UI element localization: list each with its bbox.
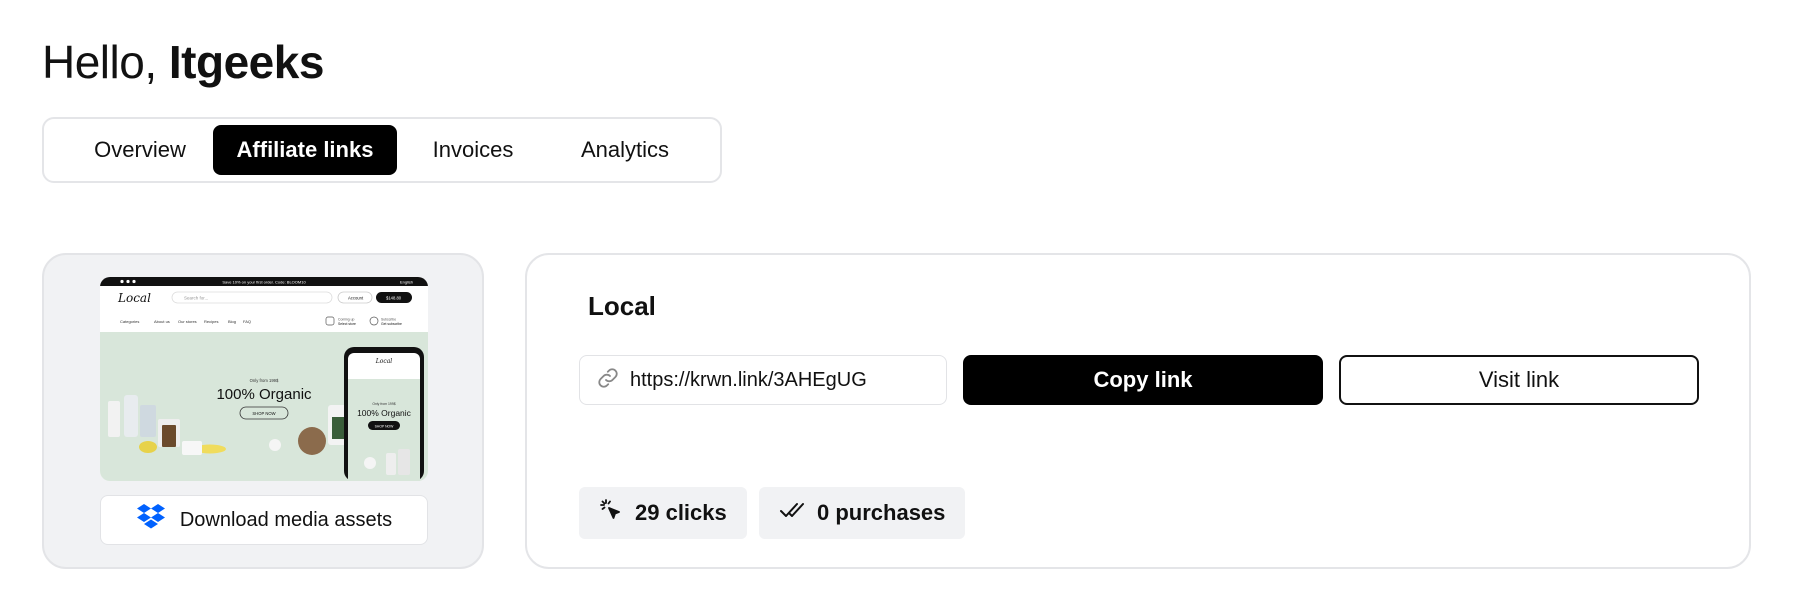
preview-nav-3: Recipes — [204, 319, 218, 324]
preview-promo-small: Only from 199$ — [250, 378, 279, 383]
copy-link-button[interactable]: Copy link — [963, 355, 1323, 405]
preview-phone-title: 100% Organic — [357, 408, 412, 418]
purchases-stat: 0 purchases — [759, 487, 966, 539]
preview-account: Account — [348, 295, 364, 300]
tab-analytics[interactable]: Analytics — [550, 125, 700, 175]
visit-link-button[interactable]: Visit link — [1339, 355, 1699, 405]
tab-affiliate-links[interactable]: Affiliate links — [213, 125, 397, 175]
user-name: Itgeeks — [168, 36, 325, 88]
clicks-stat: 29 clicks — [579, 487, 747, 539]
link-icon — [596, 366, 620, 395]
double-check-icon — [779, 498, 805, 528]
preview-language: English — [400, 280, 413, 285]
greeting-prefix: Hello, — [42, 36, 169, 88]
tab-invoices[interactable]: Invoices — [408, 125, 538, 175]
preview-announcement: Save 10% on your first order. Code: BLOO… — [222, 280, 306, 285]
brand-name: Local — [588, 291, 656, 321]
download-media-assets-button[interactable]: Download media assets — [100, 495, 428, 545]
page-title: Hello, Itgeeks — [42, 34, 324, 90]
download-label: Download media assets — [179, 508, 393, 531]
preview-logo: Local — [117, 291, 151, 305]
preview-phone-small: Only from 199$ — [372, 402, 395, 406]
tab-overview[interactable]: Overview — [68, 125, 212, 175]
affiliate-link-card: Local Copy link Visit link 29 clicks 0 — [525, 253, 1751, 569]
affiliate-url-field[interactable] — [579, 355, 947, 405]
preview-cart: $148.80 — [386, 295, 402, 300]
preview-delivery-1: Coming up — [338, 318, 355, 322]
preview-search: Search for... — [184, 296, 208, 301]
store-preview-image: Save 10% on your first order. Code: BLOO… — [100, 277, 428, 481]
media-card: Save 10% on your first order. Code: BLOO… — [42, 253, 484, 569]
tab-bar: Overview Affiliate links Invoices Analyt… — [42, 117, 722, 183]
preview-promo-title: 100% Organic — [216, 386, 312, 403]
purchases-count: 0 purchases — [817, 500, 946, 525]
preview-nav-4: Blog — [228, 319, 236, 324]
cursor-click-icon — [599, 498, 623, 528]
preview-sub-1: Subscribe — [381, 318, 396, 322]
affiliate-url-input[interactable] — [630, 368, 930, 392]
preview-nav-5: FAQ — [243, 319, 251, 324]
preview-promo-button: SHOP NOW — [252, 411, 275, 416]
clicks-count: 29 clicks — [635, 500, 727, 525]
preview-nav-1: About us — [154, 319, 170, 324]
preview-sub-2: Get subscribe — [381, 322, 402, 326]
svg-text:Local: Local — [375, 358, 393, 365]
preview-phone-button: SHOP NOW — [375, 424, 395, 428]
preview-nav-2: Our stores — [178, 319, 197, 324]
dropbox-icon — [136, 503, 166, 537]
preview-nav-0: Categories — [120, 319, 139, 324]
preview-delivery-2: Select store — [338, 322, 356, 326]
